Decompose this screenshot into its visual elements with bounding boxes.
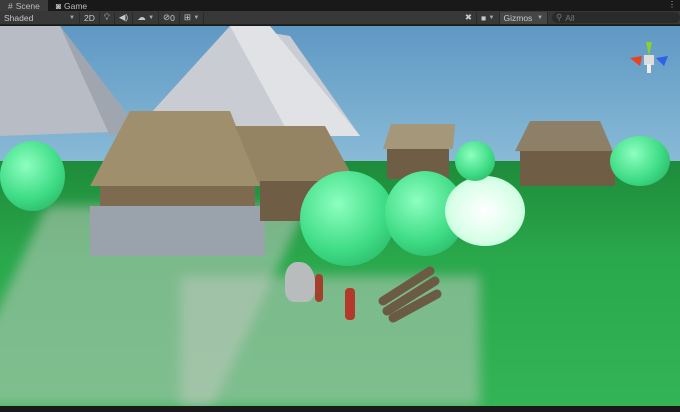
gizmo-y-axis: [646, 42, 652, 56]
audio-toggle-button[interactable]: ◀): [115, 11, 134, 24]
shading-mode-dropdown[interactable]: Shaded ▼: [0, 11, 80, 24]
scene-viewport[interactable]: [0, 26, 680, 406]
grid-icon: #: [8, 0, 13, 11]
chevron-down-icon: ▼: [148, 14, 155, 21]
grid-icon: ⊞: [183, 12, 192, 22]
log-pile: [378, 266, 442, 323]
gamepad-icon: ◙: [55, 0, 61, 11]
scene-toolbar: Shaded ▼ 2D 💡︎ ◀) ☁ ▼ ⊘ 0 ⊞ ▼ ✖ ■ ▼ Gizmos…: [0, 11, 680, 25]
character: [345, 288, 355, 320]
tab-game[interactable]: ◙ Game: [48, 0, 95, 11]
character: [315, 274, 323, 302]
tree-selected: [445, 176, 525, 246]
gizmo-z-axis: [656, 56, 668, 66]
effects-icon: ☁: [137, 12, 146, 22]
chevron-down-icon: ▼: [488, 14, 495, 21]
lightbulb-icon: 💡︎: [103, 12, 110, 22]
tree: [300, 171, 395, 266]
camera-icon: ■: [481, 12, 487, 23]
more-options-icon[interactable]: ⋮: [668, 0, 676, 9]
scene-search-input[interactable]: ⚲ All: [552, 12, 680, 23]
orientation-gizmo[interactable]: [624, 34, 672, 80]
tools-icon: ✖: [464, 12, 473, 22]
hidden-objects-toggle[interactable]: ⊘ 0: [159, 11, 180, 24]
tree: [610, 136, 670, 186]
house-right: [515, 121, 615, 186]
grid-dropdown[interactable]: ⊞ ▼: [180, 11, 205, 24]
speaker-icon: ◀): [118, 12, 129, 22]
tree: [455, 141, 495, 181]
eye-slash-icon: ⊘: [163, 12, 171, 22]
effects-dropdown[interactable]: ☁ ▼: [133, 11, 160, 24]
search-icon: ⚲: [556, 12, 563, 22]
bottom-border: [0, 406, 680, 412]
chevron-down-icon: ▼: [69, 14, 75, 21]
rock: [285, 262, 315, 302]
camera-dropdown[interactable]: ■ ▼: [477, 11, 500, 24]
tree: [0, 141, 65, 211]
chevron-down-icon: ▼: [537, 14, 543, 21]
tab-scene[interactable]: # Scene: [0, 0, 48, 11]
window-tabs: # Scene ◙ Game ⋮: [0, 0, 680, 11]
chevron-down-icon: ▼: [193, 14, 200, 21]
gizmo-x-axis: [630, 56, 642, 66]
2d-toggle-button[interactable]: 2D: [80, 11, 100, 24]
lighting-toggle-button[interactable]: 💡︎: [100, 11, 115, 24]
gizmos-dropdown[interactable]: Gizmos ▼: [499, 11, 548, 24]
tools-button[interactable]: ✖: [461, 11, 478, 24]
